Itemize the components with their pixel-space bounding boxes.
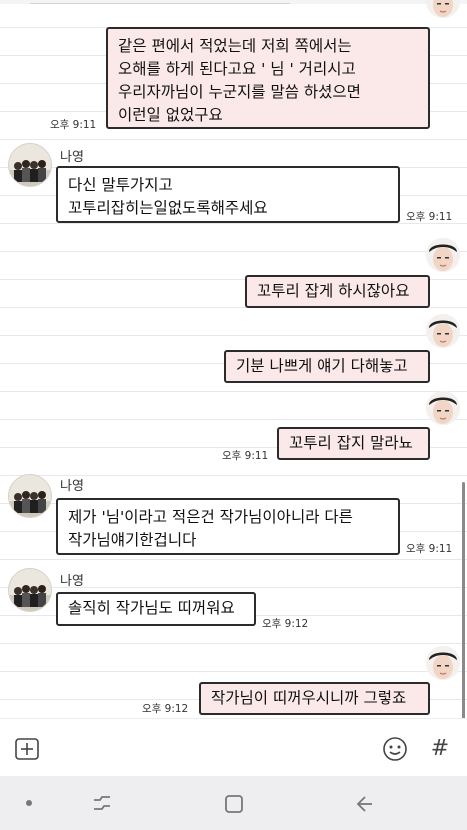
sender-avatar[interactable] (8, 474, 52, 518)
my-avatar[interactable] (426, 238, 460, 272)
incoming-message-bubble[interactable]: 솔직히 작가님도 띠꺼워요 (56, 592, 256, 626)
my-avatar[interactable] (426, 646, 460, 680)
message-timestamp: 오후 9:12 (262, 618, 309, 630)
message-input-bar[interactable]: # (0, 718, 467, 776)
outgoing-message-bubble[interactable]: 꼬투리 잡지 말라뇨 (277, 427, 430, 460)
outgoing-message-bubble[interactable]: 꼬투리 잡게 하시잖아요 (245, 275, 430, 308)
my-avatar[interactable] (426, 391, 460, 425)
back-icon[interactable] (350, 790, 378, 818)
outgoing-message-bubble[interactable]: 작가님이 띠꺼우시니까 그렇죠 (199, 682, 430, 715)
sender-avatar[interactable] (8, 143, 52, 187)
message-timestamp: 오후 9:11 (50, 119, 97, 131)
plus-icon[interactable] (14, 737, 40, 761)
message-timestamp: 오후 9:11 (222, 450, 269, 462)
my-avatar[interactable] (426, 0, 460, 18)
incoming-message-bubble[interactable]: 제가 '님'이라고 적은건 작가님이아니라 다른 작가님얘기한겁니다 (56, 498, 400, 555)
message-timestamp: 오후 9:11 (406, 543, 453, 555)
message-timestamp: 오후 9:12 (142, 703, 189, 715)
chat-area[interactable]: 같은 편에서 적었는데 저희 쪽에서는 오해를 하게 된다고요 ' 님 ' 거리… (0, 0, 467, 718)
scrollbar-thumb[interactable] (462, 482, 465, 718)
my-avatar[interactable] (426, 314, 460, 348)
emoji-icon[interactable] (381, 735, 409, 763)
hashtag-icon[interactable]: # (427, 733, 453, 763)
sender-name: 나영 (60, 150, 84, 165)
sender-name: 나영 (60, 574, 84, 589)
message-timestamp: 오후 9:11 (406, 211, 453, 223)
system-navigation-bar (0, 776, 467, 830)
incoming-message-bubble[interactable]: 다신 말투가지고 꼬투리잡히는일없도록해주세요 (56, 166, 400, 223)
outgoing-message-bubble[interactable]: 기분 나쁘게 얘기 다해놓고 (224, 350, 430, 383)
sender-avatar[interactable] (8, 568, 52, 612)
outgoing-message-bubble[interactable]: 같은 편에서 적었는데 저희 쪽에서는 오해를 하게 된다고요 ' 님 ' 거리… (106, 27, 430, 129)
top-bar-fragment (0, 0, 467, 4)
divider (30, 0, 290, 4)
dot-icon (22, 796, 36, 810)
home-icon[interactable] (220, 790, 248, 818)
sender-name: 나영 (60, 479, 84, 494)
recent-apps-icon[interactable] (88, 790, 116, 816)
